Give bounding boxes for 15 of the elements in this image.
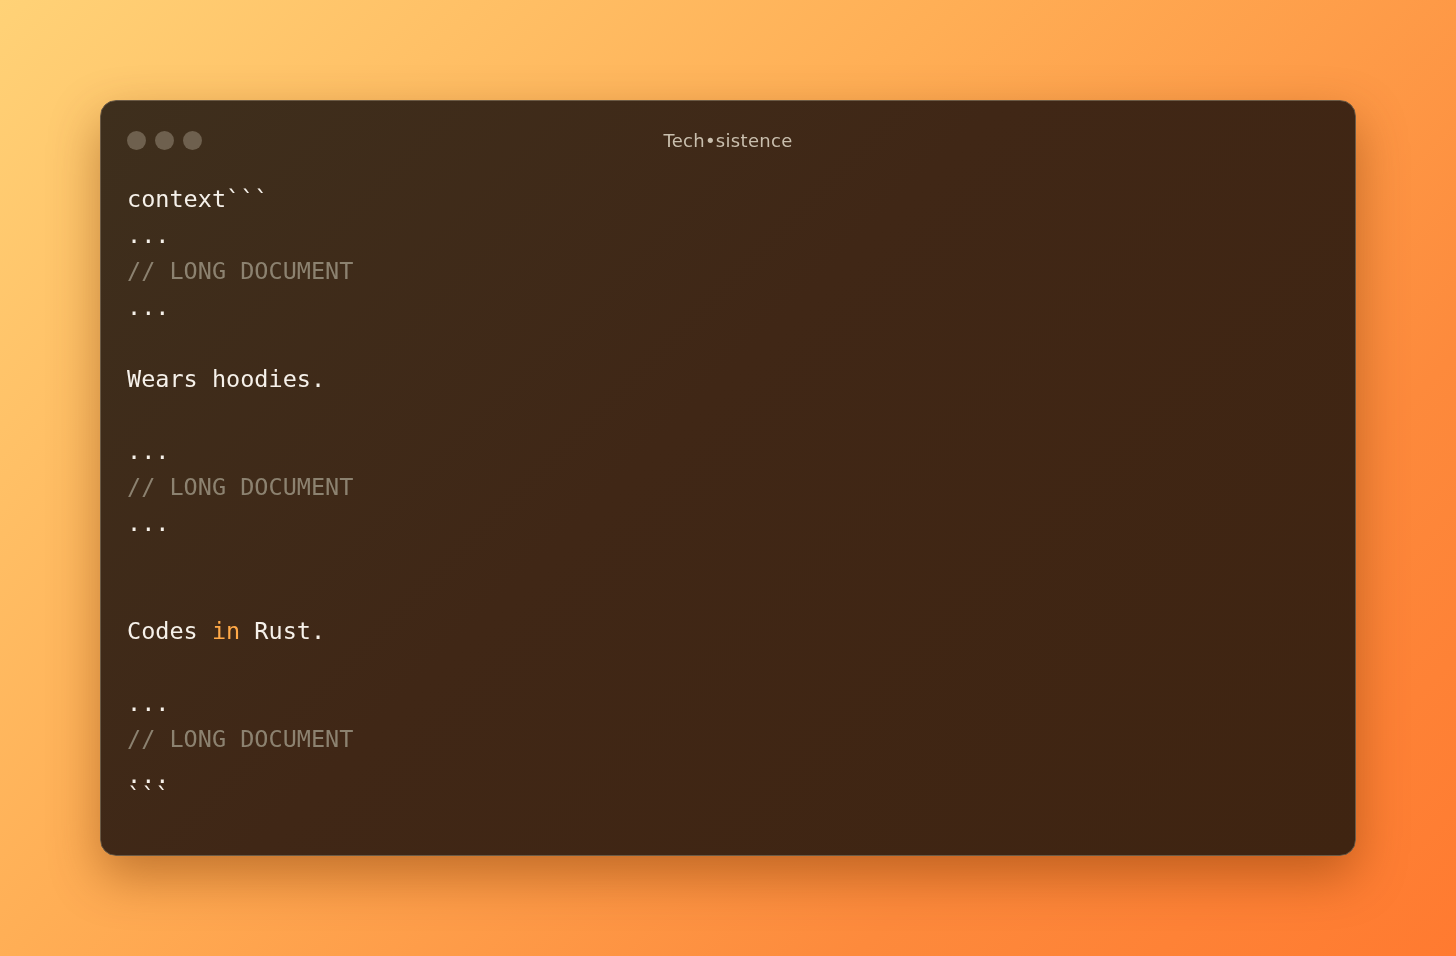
code-comment: // LONG DOCUMENT — [127, 727, 354, 751]
code-line: context``` — [127, 187, 269, 211]
code-comment: // LONG DOCUMENT — [127, 475, 354, 499]
code-line: ... — [127, 223, 170, 247]
window-control-icon[interactable] — [155, 130, 174, 150]
window-control-icon[interactable] — [183, 130, 202, 150]
code-line: Codes in Rust. — [127, 619, 326, 643]
window-title: Tech•sistence — [663, 129, 793, 151]
window-control-icon[interactable] — [127, 130, 146, 150]
code-line: ... — [127, 295, 170, 319]
code-comment: // LONG DOCUMENT — [127, 259, 354, 283]
code-line: ... — [127, 511, 170, 535]
code-line: ... — [127, 439, 170, 463]
code-line: Wears hoodies. — [127, 367, 326, 391]
code-line: ... — [127, 691, 170, 715]
